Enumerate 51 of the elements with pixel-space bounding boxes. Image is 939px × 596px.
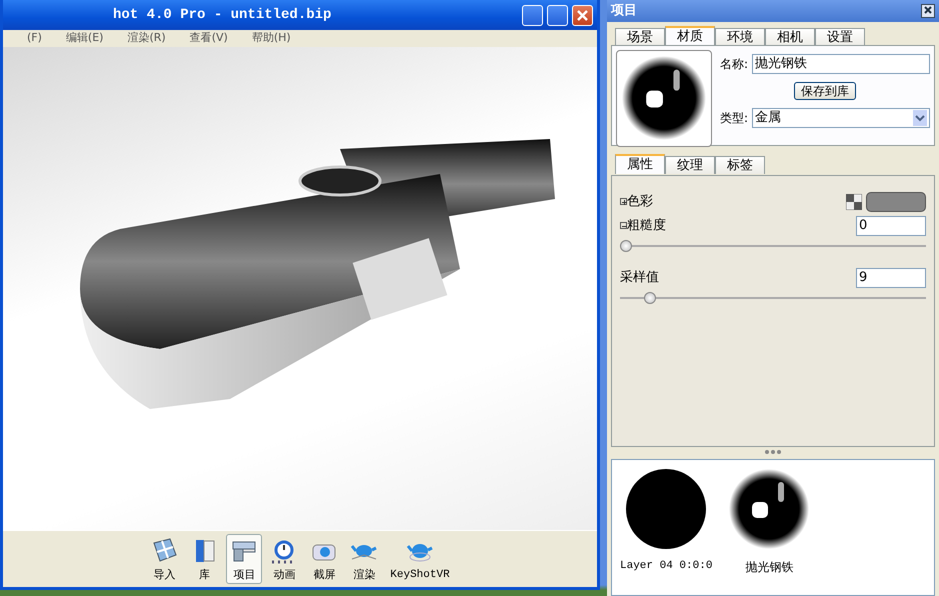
tab[interactable]: 属性 bbox=[615, 154, 665, 174]
expand-toggle[interactable] bbox=[620, 222, 627, 230]
tab[interactable]: 纹理 bbox=[665, 156, 715, 174]
minimize-button[interactable] bbox=[522, 4, 543, 26]
tab[interactable]: 设置 bbox=[815, 28, 865, 46]
toolbar-button[interactable]: 导入 bbox=[146, 534, 182, 584]
splitter-handle-icon[interactable] bbox=[763, 448, 783, 455]
field-label: 名称: bbox=[720, 56, 748, 73]
close-icon bbox=[923, 5, 933, 16]
menu-item[interactable]: 查看(V) bbox=[190, 30, 228, 47]
color-swatch[interactable] bbox=[866, 192, 926, 212]
slider-track[interactable] bbox=[620, 240, 926, 252]
tab[interactable]: 场景 bbox=[615, 28, 665, 46]
value-field[interactable]: 0 bbox=[856, 216, 926, 236]
close-icon bbox=[576, 8, 589, 22]
name-field[interactable]: 抛光钢铁 bbox=[752, 54, 930, 74]
material-ball-icon bbox=[621, 55, 707, 142]
material-ball-icon bbox=[728, 468, 810, 550]
menu-item[interactable]: 帮助(H) bbox=[252, 30, 291, 47]
tab[interactable]: 材质 bbox=[665, 26, 715, 46]
value-field[interactable]: 9 bbox=[856, 268, 926, 288]
slider-thumb[interactable] bbox=[620, 240, 632, 252]
slider-thumb[interactable] bbox=[644, 292, 656, 304]
toolbar-button[interactable]: 截屏 bbox=[306, 534, 342, 584]
toolbar-button[interactable]: 渲染 bbox=[346, 534, 382, 584]
window-title: hot 4.0 Pro - untitled.bip bbox=[112, 6, 332, 24]
tab[interactable]: 标签 bbox=[715, 156, 765, 174]
toolbar-button[interactable]: 库 bbox=[186, 534, 222, 584]
slider-track[interactable] bbox=[620, 292, 926, 304]
tab[interactable]: 环境 bbox=[715, 28, 765, 46]
save-to-library-button[interactable]: 保存到库 bbox=[794, 82, 856, 100]
property-label: 色彩 bbox=[627, 192, 653, 211]
material-ball-icon bbox=[625, 468, 708, 550]
material-name: Layer 04 0:0:0 bbox=[620, 559, 712, 574]
menu-item[interactable]: (F) bbox=[27, 30, 42, 47]
toolbar-button[interactable]: 动画 bbox=[266, 534, 302, 584]
property-label: 采样值 bbox=[620, 268, 659, 287]
close-button[interactable] bbox=[921, 4, 935, 18]
texture-checker-icon[interactable] bbox=[846, 194, 862, 210]
tab[interactable]: 相机 bbox=[765, 28, 815, 46]
material-name: 抛光钢铁 bbox=[745, 559, 794, 576]
panel-title: 项目 bbox=[611, 2, 637, 20]
property-label: 粗糙度 bbox=[627, 216, 666, 235]
toolbar-button[interactable]: 项目 bbox=[226, 534, 262, 584]
menu-item[interactable]: 编辑(E) bbox=[66, 30, 104, 47]
menu-item[interactable]: 渲染(R) bbox=[127, 30, 166, 47]
maximize-button[interactable] bbox=[547, 4, 568, 26]
expand-toggle[interactable] bbox=[620, 198, 627, 206]
toolbar-button[interactable]: KeyShotVR bbox=[386, 534, 454, 584]
type-dropdown[interactable]: 金属 bbox=[752, 108, 930, 128]
field-label: 类型: bbox=[720, 110, 748, 127]
